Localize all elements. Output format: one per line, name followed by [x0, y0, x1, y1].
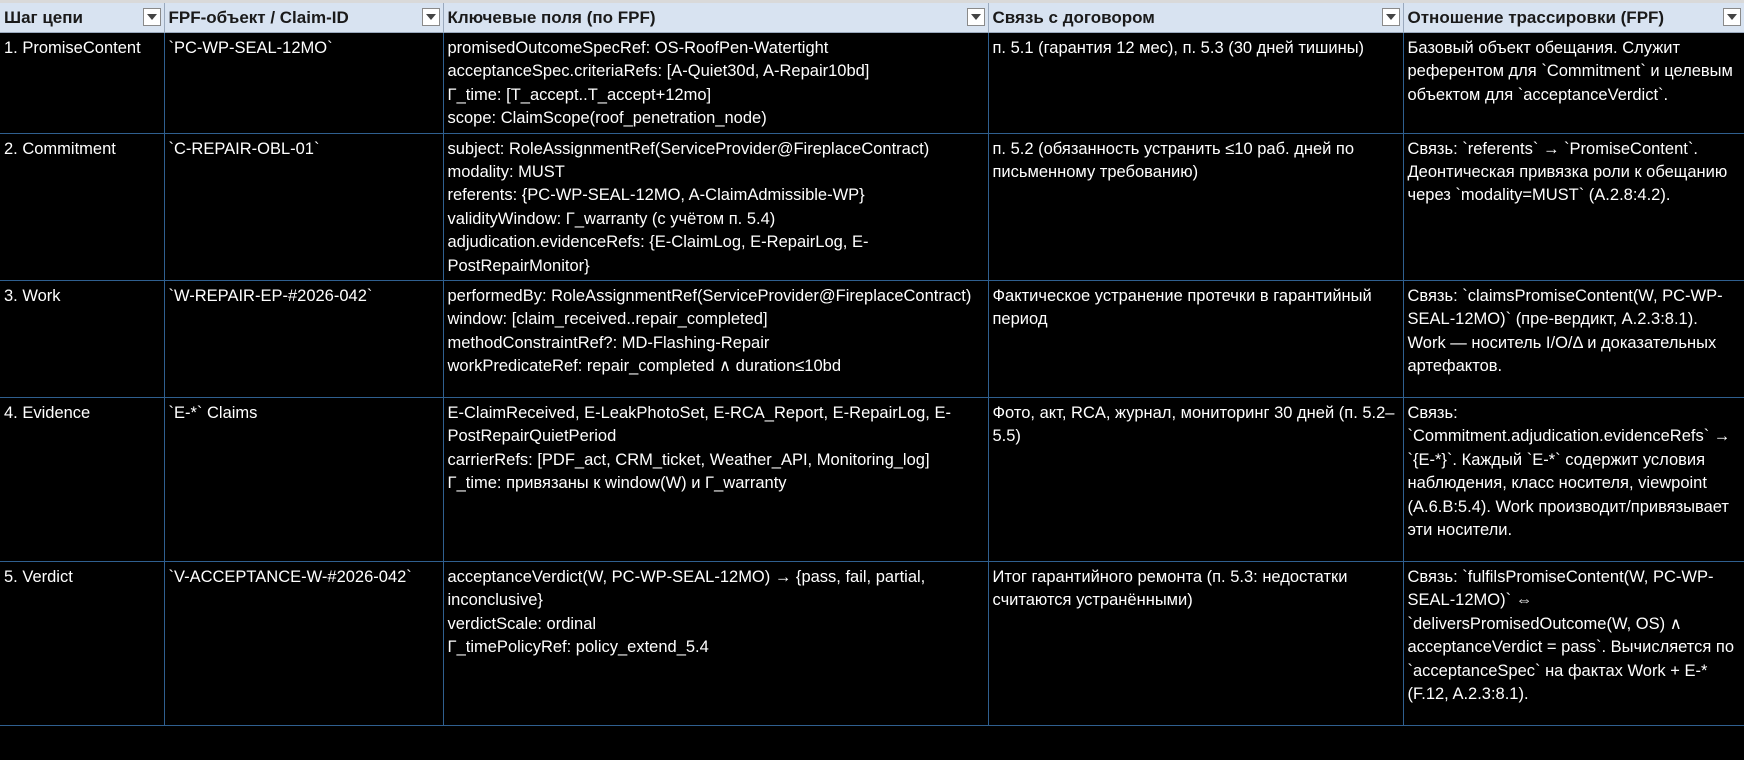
header-contract-link[interactable]: Связь с договором — [988, 3, 1404, 33]
field-line: window: [claim_received..repair_complete… — [447, 310, 768, 329]
cell-contract-link[interactable]: Фактическое устранение протечки в гарант… — [988, 280, 1404, 399]
header-label: Связь с договором — [992, 8, 1155, 27]
field-line: validityWindow: Γ_warranty (с учётом п. … — [447, 209, 776, 228]
filter-dropdown-icon[interactable] — [421, 8, 440, 26]
header-step[interactable]: Шаг цепи — [0, 3, 165, 33]
table-row: 3. Work `W-REPAIR-EP-#2026-042` performe… — [0, 280, 1744, 399]
field-line: modality: MUST — [447, 163, 565, 182]
spreadsheet-view: Шаг цепи FPF-объект / Claim-ID Ключевые … — [0, 0, 1744, 760]
cell-trace-relation[interactable]: Связь: `referents` → `PromiseContent`. Д… — [1403, 133, 1744, 282]
cell-key-fields[interactable]: performedBy: RoleAssignmentRef(ServicePr… — [443, 280, 989, 399]
cell-object-id[interactable]: `PC-WP-SEAL-12MO` — [164, 32, 444, 134]
header-label: Ключевые поля (по FPF) — [447, 8, 656, 27]
cell-step[interactable]: 3. Work — [0, 280, 165, 399]
header-row: Шаг цепи FPF-объект / Claim-ID Ключевые … — [0, 3, 1744, 33]
cell-key-fields[interactable]: E-ClaimReceived, E-LeakPhotoSet, E-RCA_R… — [443, 397, 989, 563]
filter-dropdown-icon[interactable] — [966, 8, 985, 26]
cell-step[interactable]: 4. Evidence — [0, 397, 165, 563]
cell-trace-relation[interactable]: Связь: `fulfilsPromiseContent(W, PC-WP-S… — [1403, 561, 1744, 727]
trace-table: Шаг цепи FPF-объект / Claim-ID Ключевые … — [0, 3, 1744, 727]
cell-object-id[interactable]: `E-*` Claims — [164, 397, 444, 563]
cell-trace-relation[interactable]: Связь: `Commitment.adjudication.evidence… — [1403, 397, 1744, 563]
table-row: 1. PromiseContent `PC-WP-SEAL-12MO` prom… — [0, 32, 1744, 134]
filter-dropdown-icon[interactable] — [142, 8, 161, 26]
field-line: verdictScale: ordinal — [447, 614, 597, 633]
table-row: 4. Evidence `E-*` Claims E-ClaimReceived… — [0, 397, 1744, 563]
cell-trace-relation[interactable]: Базовый объект обещания. Служит референт… — [1403, 32, 1744, 134]
field-line: carrierRefs: [PDF_act, CRM_ticket, Weath… — [447, 450, 930, 469]
cell-contract-link[interactable]: Фото, акт, RCA, журнал, мониторинг 30 дн… — [988, 397, 1404, 563]
field-line: Γ_time: привязаны к window(W) и Γ_warran… — [447, 474, 787, 493]
cell-trace-relation[interactable]: Связь: `claimsPromiseContent(W, PC-WP-SE… — [1403, 280, 1744, 399]
header-object-id[interactable]: FPF-объект / Claim-ID — [164, 3, 444, 33]
field-line: Γ_time: [T_accept..T_accept+12mo] — [447, 85, 712, 104]
header-key-fields[interactable]: Ключевые поля (по FPF) — [443, 3, 989, 33]
cell-contract-link[interactable]: п. 5.2 (обязанность устранить ≤10 раб. д… — [988, 133, 1404, 282]
header-trace-relation[interactable]: Отношение трассировки (FPF) — [1403, 3, 1744, 33]
field-line: performedBy: RoleAssignmentRef(ServicePr… — [447, 287, 972, 306]
field-line: adjudication.evidenceRefs: {E-ClaimLog, … — [447, 233, 869, 275]
field-line: acceptanceSpec.criteriaRefs: [A-Quiet30d… — [447, 62, 870, 81]
field-line: workPredicateRef: repair_completed ∧ dur… — [447, 357, 842, 376]
header-label: Отношение трассировки (FPF) — [1407, 8, 1665, 27]
cell-step[interactable]: 1. PromiseContent — [0, 32, 165, 134]
header-label: FPF-объект / Claim-ID — [168, 8, 349, 27]
cell-step[interactable]: 2. Commitment — [0, 133, 165, 282]
cell-key-fields[interactable]: subject: RoleAssignmentRef(ServiceProvid… — [443, 133, 989, 282]
cell-object-id[interactable]: `V-ACCEPTANCE-W-#2026-042` — [164, 561, 444, 727]
cell-step[interactable]: 5. Verdict — [0, 561, 165, 727]
cell-contract-link[interactable]: Итог гарантийного ремонта (п. 5.3: недос… — [988, 561, 1404, 727]
field-line: methodConstraintRef?: MD-Flashing-Repair — [447, 333, 770, 352]
filter-dropdown-icon[interactable] — [1722, 8, 1741, 26]
field-line: Γ_timePolicyRef: policy_extend_5.4 — [447, 638, 709, 657]
cell-key-fields[interactable]: promisedOutcomeSpecRef: OS-RoofPen-Water… — [443, 32, 989, 134]
field-line: referents: {PC-WP-SEAL-12MO, A-ClaimAdmi… — [447, 186, 865, 205]
field-line: promisedOutcomeSpecRef: OS-RoofPen-Water… — [447, 39, 829, 57]
cell-key-fields[interactable]: acceptanceVerdict(W, PC-WP-SEAL-12MO) → … — [443, 561, 989, 727]
table-row: 5. Verdict `V-ACCEPTANCE-W-#2026-042` ac… — [0, 561, 1744, 727]
cell-contract-link[interactable]: п. 5.1 (гарантия 12 мес), п. 5.3 (30 дне… — [988, 32, 1404, 134]
table-row: 2. Commitment `C-REPAIR-OBL-01` subject:… — [0, 133, 1744, 282]
field-line: scope: ClaimScope(roof_penetration_node) — [447, 109, 767, 128]
cell-object-id[interactable]: `W-REPAIR-EP-#2026-042` — [164, 280, 444, 399]
field-line: acceptanceVerdict(W, PC-WP-SEAL-12MO) → … — [447, 568, 926, 610]
field-line: E-ClaimReceived, E-LeakPhotoSet, E-RCA_R… — [447, 404, 951, 446]
filter-dropdown-icon[interactable] — [1381, 8, 1400, 26]
cell-object-id[interactable]: `C-REPAIR-OBL-01` — [164, 133, 444, 282]
field-line: subject: RoleAssignmentRef(ServiceProvid… — [447, 139, 930, 158]
header-label: Шаг цепи — [4, 8, 83, 27]
